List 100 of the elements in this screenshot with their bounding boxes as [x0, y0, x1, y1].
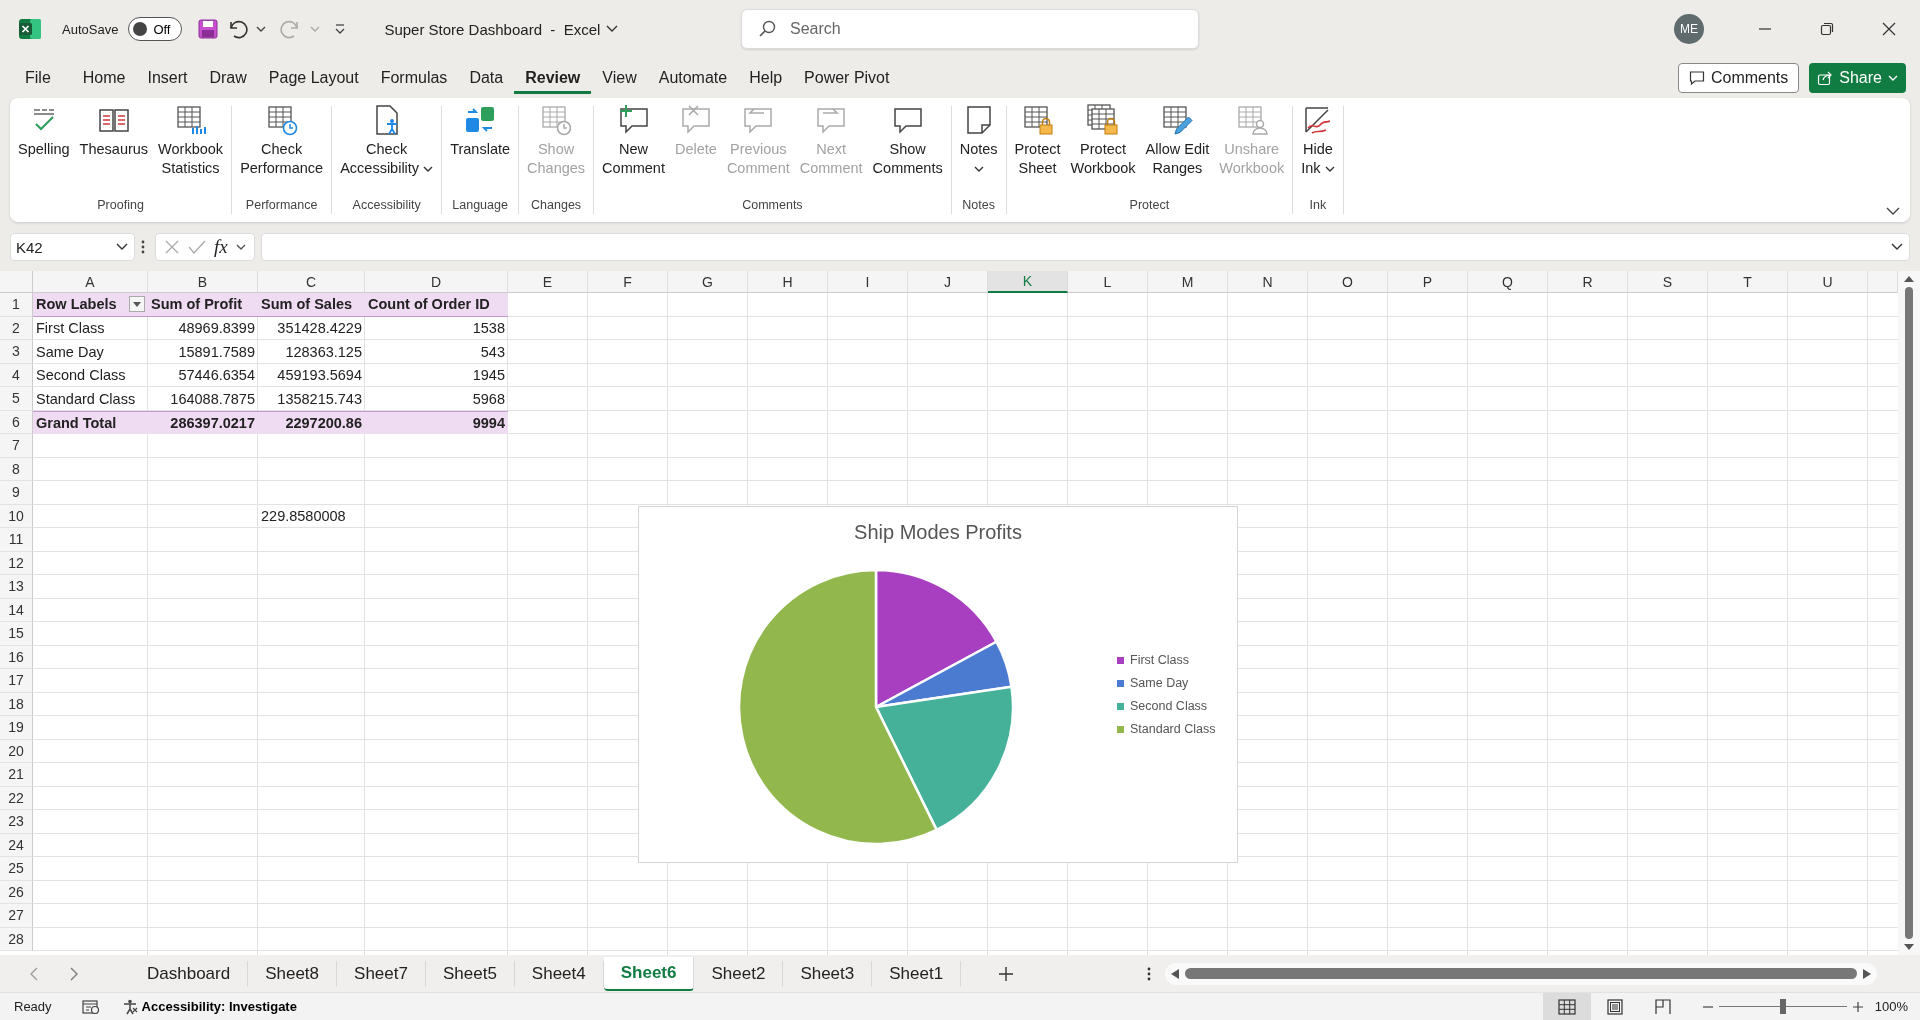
menu-tab[interactable]: View [591, 62, 648, 94]
sheet-tab[interactable]: Sheet1 [872, 960, 962, 987]
ribbon-button[interactable]: Translate [446, 106, 515, 159]
column-header[interactable]: O [1308, 271, 1388, 293]
customize-caret-icon[interactable] [334, 23, 347, 35]
search-input[interactable]: Search [788, 19, 1172, 39]
menu-tab[interactable]: Draw [198, 62, 258, 94]
name-box[interactable]: K42 [10, 233, 135, 261]
menu-tab[interactable]: Review [514, 62, 592, 94]
accessibility-status[interactable]: Accessibility: Investigate [115, 997, 303, 1016]
add-sheet-icon[interactable] [998, 965, 1015, 982]
autosave-toggle[interactable]: Off [128, 17, 183, 41]
user-avatar[interactable]: ME [1674, 14, 1704, 44]
view-button[interactable] [1542, 993, 1591, 1020]
ribbon-button[interactable]: Workbook Statistics [154, 106, 228, 178]
ribbon-button[interactable]: Allow Edit Ranges [1141, 106, 1214, 178]
column-header[interactable]: A [33, 271, 148, 293]
ribbon-button[interactable]: Protect Sheet [1010, 106, 1065, 178]
comments-button[interactable]: Comments [1677, 63, 1800, 93]
row-number[interactable]: 5 [0, 387, 33, 411]
row-number[interactable]: 16 [0, 645, 33, 669]
zoom-in-icon[interactable] [1852, 1001, 1863, 1012]
sheet-tab[interactable]: Sheet8 [248, 960, 338, 987]
save-icon[interactable] [198, 19, 219, 39]
column-header[interactable]: T [1708, 271, 1788, 293]
ribbon-button[interactable]: Check Accessibility [336, 106, 438, 178]
scroll-left-icon[interactable] [1171, 968, 1180, 979]
scroll-up-icon[interactable] [1904, 275, 1914, 283]
more-icon[interactable] [141, 240, 145, 254]
column-header[interactable]: I [828, 271, 908, 293]
page-layout-icon[interactable] [1605, 998, 1624, 1015]
column-header[interactable]: F [588, 271, 668, 293]
menu-tab[interactable]: Power Pivot [793, 62, 901, 94]
ribbon-button[interactable]: Spelling [14, 106, 74, 159]
column-header[interactable]: G [668, 271, 748, 293]
column-header[interactable]: J [908, 271, 988, 293]
row-number[interactable]: 6 [0, 410, 33, 434]
search-field[interactable]: Search [741, 9, 1199, 49]
insert-function-button[interactable]: fx [214, 236, 228, 258]
column-header[interactable]: P [1388, 271, 1468, 293]
row-number[interactable]: 15 [0, 622, 33, 646]
column-header[interactable]: B [148, 271, 258, 293]
row-number[interactable]: 14 [0, 598, 33, 622]
close-icon[interactable] [1882, 22, 1896, 36]
menu-tab[interactable]: Formulas [369, 62, 459, 94]
caret-icon[interactable] [235, 243, 246, 251]
column-header[interactable]: C [258, 271, 365, 293]
row-number[interactable]: 26 [0, 880, 33, 904]
ribbon-button[interactable]: Notes [955, 106, 1002, 178]
sheet-tab[interactable]: Sheet6 [603, 956, 695, 991]
column-header[interactable]: U [1788, 271, 1868, 293]
check-icon[interactable] [188, 239, 206, 255]
vertical-scrollbar[interactable] [1898, 271, 1920, 955]
row-number[interactable]: 2 [0, 316, 33, 340]
restore-icon[interactable] [1820, 22, 1834, 36]
filter-button[interactable] [129, 296, 145, 313]
column-header[interactable]: L [1068, 271, 1148, 293]
menu-tab[interactable]: Automate [647, 62, 739, 94]
sheet-tab[interactable]: Sheet2 [694, 960, 784, 987]
row-number[interactable]: 7 [0, 434, 33, 458]
horizontal-scrollbar[interactable] [1165, 962, 1878, 985]
scroll-right-icon[interactable] [1863, 968, 1872, 979]
row-number[interactable]: 3 [0, 340, 33, 364]
column-header[interactable]: S [1628, 271, 1708, 293]
row-number[interactable]: 13 [0, 575, 33, 599]
column-header[interactable]: D [365, 271, 508, 293]
sheet-tab[interactable]: Dashboard [130, 960, 249, 987]
column-header[interactable]: Q [1468, 271, 1548, 293]
row-number[interactable]: 22 [0, 786, 33, 810]
expand-caret-icon[interactable] [1891, 243, 1903, 251]
ribbon-button[interactable]: Hide Ink [1297, 106, 1339, 178]
row-number[interactable]: 11 [0, 528, 33, 552]
row-number[interactable]: 8 [0, 457, 33, 481]
column-header[interactable]: E [508, 271, 588, 293]
row-number[interactable]: 23 [0, 810, 33, 834]
row-number[interactable]: 28 [0, 927, 33, 951]
row-number[interactable]: 19 [0, 716, 33, 740]
row-number[interactable]: 24 [0, 833, 33, 857]
row-number[interactable]: 4 [0, 363, 33, 387]
formula-input[interactable] [260, 233, 1910, 261]
menu-tab[interactable]: Page Layout [257, 62, 370, 94]
more-icon[interactable] [1147, 966, 1152, 981]
slider-thumb[interactable] [1779, 999, 1786, 1014]
menu-tab[interactable]: Data [458, 62, 515, 94]
row-number[interactable]: 9 [0, 481, 33, 505]
sheet-tab[interactable]: Sheet7 [337, 960, 426, 987]
column-header[interactable]: N [1228, 271, 1308, 293]
ribbon-button[interactable]: Show Comments [868, 106, 947, 178]
macro-recording-icon[interactable] [81, 998, 100, 1015]
sheet-tab[interactable]: Sheet4 [514, 960, 604, 987]
sheet-tab[interactable]: Sheet3 [783, 960, 873, 987]
collapse-ribbon-icon[interactable] [1886, 207, 1900, 216]
row-number[interactable]: 25 [0, 857, 33, 881]
ribbon-button[interactable]: Check Performance [236, 106, 328, 178]
menu-tab[interactable]: Help [738, 62, 794, 94]
menu-tab[interactable]: Home [71, 62, 137, 94]
ribbon-button[interactable]: Protect Workbook [1066, 106, 1140, 178]
column-header[interactable]: K [988, 271, 1068, 293]
row-number[interactable]: 27 [0, 904, 33, 928]
row-number[interactable]: 12 [0, 551, 33, 575]
